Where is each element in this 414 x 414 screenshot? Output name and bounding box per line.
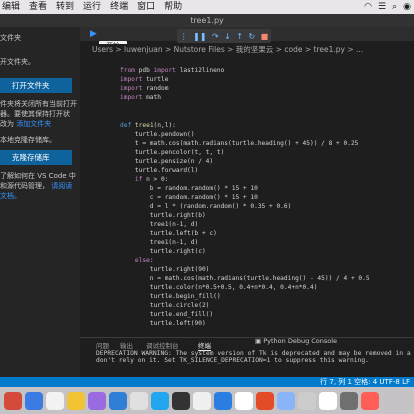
dock-app-icon[interactable] <box>25 391 43 410</box>
debug-toolbar: ⋮ ❚❚ ↷ ↓ ↑ ↻ ■ <box>177 29 271 43</box>
dock-app-icon[interactable] <box>298 391 316 410</box>
code-line: turtle.right(b) <box>120 212 206 219</box>
code-line: c = random.random() * 15 + 10 <box>120 194 258 201</box>
terminal-selector[interactable]: ▣ Python Debug Console <box>255 337 337 345</box>
dock-app-icon[interactable] <box>4 391 22 410</box>
code-line: turtle.left(90) <box>120 320 206 327</box>
code-line: b = random.random() * 15 + 10 <box>120 185 258 192</box>
stop-icon[interactable]: ■ <box>261 32 269 41</box>
control-center-icon[interactable]: ☰ <box>378 0 386 14</box>
code-line: from pdb import lasti2lineno <box>120 67 225 74</box>
code-line: d = l * (random.random() * 0.35 + 0.6) <box>120 203 292 210</box>
code-line: tree1(n-1, d) <box>120 239 199 246</box>
code-line: import turtle <box>120 76 169 83</box>
sidebar-heading: 文件夹 <box>0 34 21 42</box>
step-over-icon[interactable]: ↷ <box>212 32 219 41</box>
read-docs-link[interactable]: 请阅读 <box>51 182 72 190</box>
sidebar-text: 和源代码管理， 请阅读 <box>0 181 72 191</box>
status-bar: 行 7, 列 1 空格: 4 UTF-8 LF <box>0 377 414 387</box>
sidebar-text: 本地克隆存储库。 <box>0 136 56 144</box>
code-line: turtle.pencolor(t, t, t) <box>120 149 225 156</box>
dock-app-icon[interactable] <box>361 391 379 410</box>
dock <box>0 387 414 414</box>
code-line: turtle.left(b + c) <box>120 230 217 237</box>
code-line: turtle.pensize(n / 4) <box>120 158 214 165</box>
tab-debug-console[interactable]: 调试控制台 <box>146 340 179 350</box>
code-line: import random <box>120 85 169 92</box>
dock-app-icon[interactable] <box>67 391 85 410</box>
status-tray: ◠ ☰ ⌕ ◉ <box>364 0 411 14</box>
dock-app-icon[interactable] <box>109 391 127 410</box>
dock-app-icon[interactable] <box>340 391 358 410</box>
code-line: else: <box>120 257 154 264</box>
sidebar-text: 开文件夹。 <box>0 58 35 66</box>
window-title: tree1.py <box>0 14 414 27</box>
dock-app-icon[interactable] <box>88 391 106 410</box>
tab-output[interactable]: 输出 <box>120 340 133 350</box>
open-folder-button[interactable]: 打开文件夹 <box>0 78 72 93</box>
code-line: turtle.circle(2) <box>120 302 210 309</box>
terminal-name: Python Debug Console <box>263 337 338 345</box>
dock-app-icon[interactable] <box>214 391 232 410</box>
menu-bar: 编辑 查看 转到 运行 终端 窗口 帮助 ◠ ☰ ⌕ ◉ <box>0 0 414 14</box>
terminal-output[interactable]: DEPRECATION WARNING: The system version … <box>80 350 414 372</box>
code-line: if n > 0: <box>120 176 169 183</box>
terminal-line: don't rely on it. Set TK_SILENCE_DEPRECA… <box>96 357 369 364</box>
menu-go[interactable]: 转到 <box>56 0 74 14</box>
sidebar-text-prefix: 改为 <box>0 120 14 128</box>
dock-app-icon[interactable] <box>193 391 211 410</box>
run-debug-icon[interactable]: ▶ <box>90 29 97 39</box>
code-line: turtle.begin_fill() <box>120 293 221 300</box>
code-line: tree1(n-1, d) <box>120 221 199 228</box>
sidebar-text: 改为 添加文件夹 <box>0 119 51 129</box>
dock-app-icon[interactable] <box>277 391 295 410</box>
code-line: import math <box>120 94 161 101</box>
code-line: n = math.cos(math.radians(turtle.heading… <box>120 275 370 282</box>
menu-run[interactable]: 运行 <box>83 0 101 14</box>
sidebar-text: 了解如何在 VS Code 中 <box>0 172 76 180</box>
code-line: t = math.cos(math.radians(turtle.heading… <box>120 140 359 147</box>
menu-view[interactable]: 查看 <box>29 0 47 14</box>
explorer-sidebar: 文件夹 开文件夹。 打开文件夹 件夹将关闭所有当前打开 器。要使其保持打开状 改… <box>0 27 80 377</box>
status-info[interactable]: 行 7, 列 1 空格: 4 UTF-8 LF <box>320 377 410 387</box>
sidebar-text-prefix: 和源代码管理， <box>0 182 49 190</box>
dock-app-icon[interactable] <box>235 391 253 410</box>
step-out-icon[interactable]: ↑ <box>236 32 243 41</box>
menu-help[interactable]: 帮助 <box>164 0 182 14</box>
dock-app-icon[interactable] <box>172 391 190 410</box>
docs-link[interactable]: 文档。 <box>0 191 21 201</box>
panel-tabs: 问题 输出 调试控制台 终端 <box>80 337 414 351</box>
code-line: turtle.right(90) <box>120 266 210 273</box>
menu-terminal[interactable]: 终端 <box>110 0 128 14</box>
dock-app-icon[interactable] <box>151 391 169 410</box>
wifi-icon[interactable]: ◠ <box>364 0 372 14</box>
drag-handle-icon[interactable]: ⋮ <box>180 32 188 41</box>
add-folder-link[interactable]: 添加文件夹 <box>16 120 51 128</box>
dock-app-icon[interactable] <box>46 391 64 410</box>
sidebar-text: 件夹将关闭所有当前打开 <box>0 100 77 108</box>
code-editor[interactable]: from pdb import lasti2lineno import turt… <box>80 58 414 334</box>
terminal-line: DEPRECATION WARNING: The system version … <box>96 350 414 357</box>
code-line: turtle.color(n*0.5+0.5, 0.4+n*0.4, 0.4+n… <box>120 284 318 291</box>
code-line: turtle.end_fill() <box>120 311 214 318</box>
tab-problems[interactable]: 问题 <box>96 340 109 350</box>
code-line: def tree1(n,l): <box>120 122 176 129</box>
dock-app-icon[interactable] <box>256 391 274 410</box>
pause-icon[interactable]: ❚❚ <box>193 32 206 41</box>
dock-app-icon[interactable] <box>319 391 337 410</box>
clone-repo-button[interactable]: 克隆存储库 <box>0 150 72 165</box>
restart-icon[interactable]: ↻ <box>249 32 256 41</box>
code-line: turtle.pendown() <box>120 131 195 138</box>
step-into-icon[interactable]: ↓ <box>224 32 231 41</box>
breadcrumb[interactable]: Users > luwenjuan > Nutstore Files > 我的坚… <box>80 44 414 56</box>
menu-window[interactable]: 窗口 <box>137 0 155 14</box>
dock-app-icon[interactable] <box>130 391 148 410</box>
sidebar-text: 器。要使其保持打开状 <box>0 110 70 118</box>
code-line: turtle.forward(l) <box>120 167 199 174</box>
terminal-icon: ▣ <box>255 337 264 345</box>
siri-icon[interactable]: ◉ <box>403 0 411 14</box>
search-icon[interactable]: ⌕ <box>392 0 397 14</box>
menu-edit[interactable]: 编辑 <box>2 0 20 14</box>
code-line: turtle.right(c) <box>120 248 206 255</box>
